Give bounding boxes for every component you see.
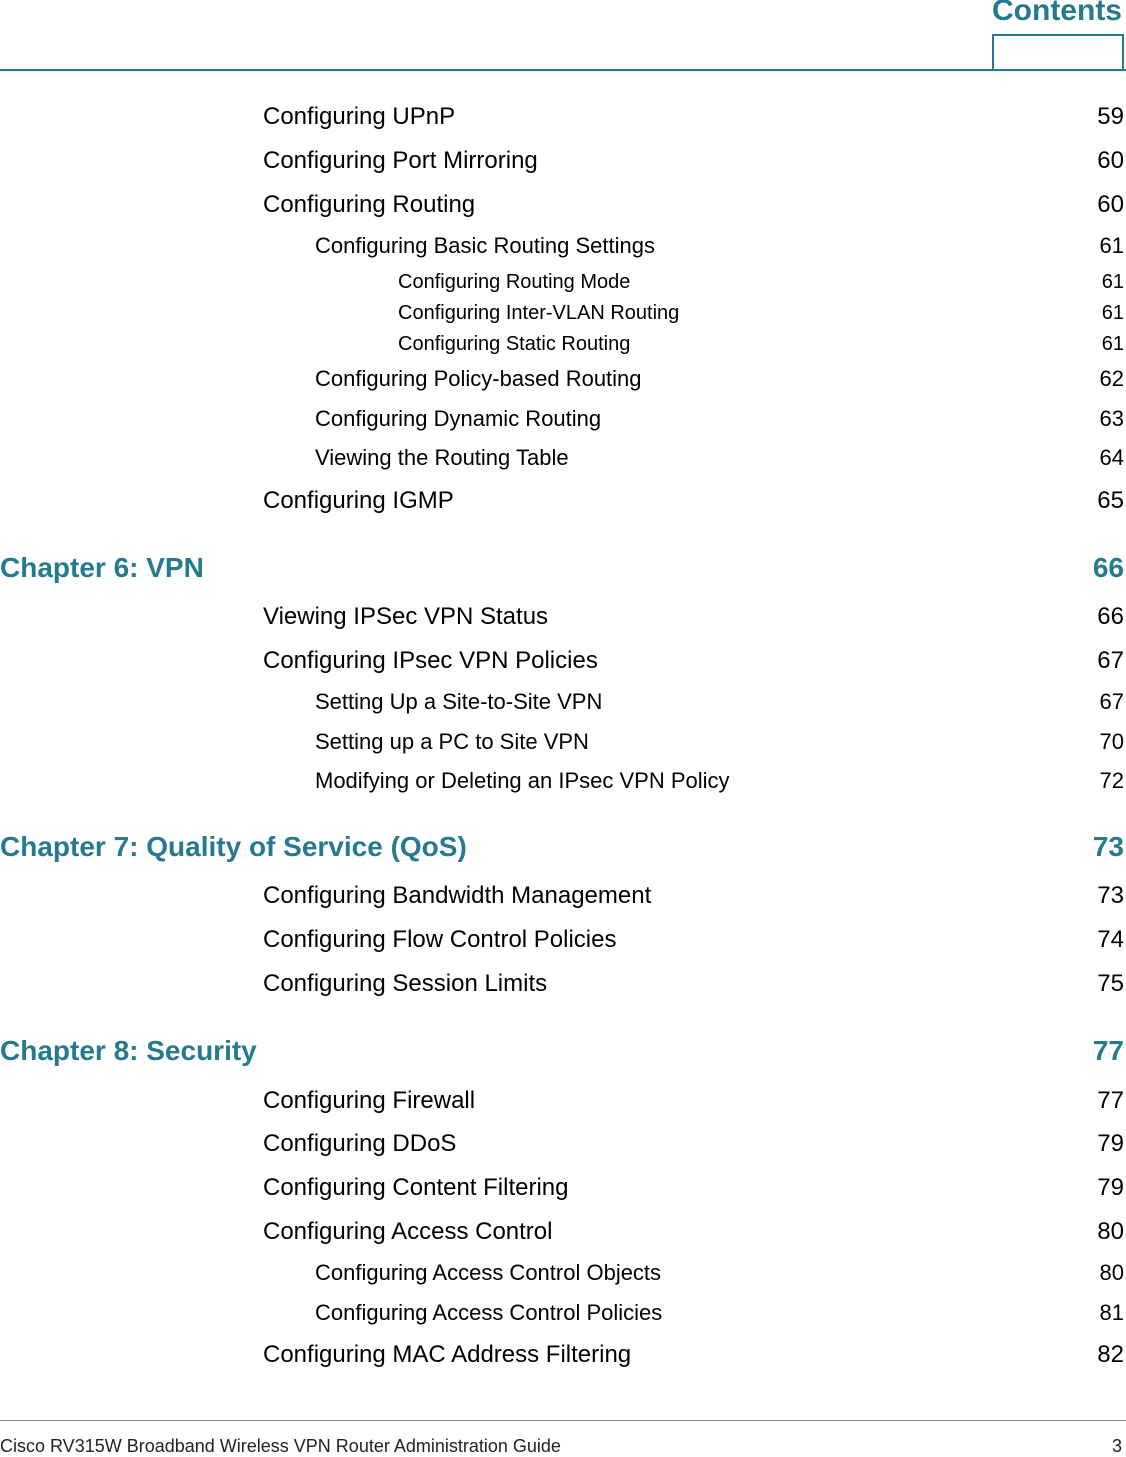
page-title: Contents xyxy=(992,0,1122,27)
toc-entry-page[interactable]: 81 xyxy=(1100,1300,1124,1326)
toc-entry-title[interactable]: Configuring Firewall xyxy=(263,1087,475,1115)
toc-entry-title[interactable]: Configuring Routing Mode xyxy=(398,271,630,294)
header-rule xyxy=(0,69,1126,71)
toc-entry-page[interactable]: 64 xyxy=(1100,445,1124,471)
toc-entry-title[interactable]: Configuring Basic Routing Settings xyxy=(315,233,655,259)
toc-entry-page[interactable]: 66 xyxy=(1097,603,1124,631)
toc-chapter-page[interactable]: 73 xyxy=(1093,831,1124,863)
toc-entry-page[interactable]: 80 xyxy=(1097,1218,1124,1246)
toc-entry-title[interactable]: Configuring IGMP xyxy=(263,487,454,515)
toc-entry-title[interactable]: Configuring Content Filtering xyxy=(263,1174,569,1202)
toc-entry-page[interactable]: 73 xyxy=(1097,882,1124,910)
toc-entry-title[interactable]: Configuring Port Mirroring xyxy=(263,147,538,175)
toc-entry-page[interactable]: 60 xyxy=(1097,147,1124,175)
toc-entry-page[interactable]: 67 xyxy=(1100,689,1124,715)
toc-entry-title[interactable]: Configuring IPsec VPN Policies xyxy=(263,647,598,675)
toc-entry-page[interactable]: 77 xyxy=(1097,1087,1124,1115)
toc-chapter-page[interactable]: 77 xyxy=(1093,1035,1124,1067)
toc-entry-title[interactable]: Configuring UPnP xyxy=(263,103,455,131)
toc-entry-title[interactable]: Modifying or Deleting an IPsec VPN Polic… xyxy=(315,768,730,794)
toc-chapter-title[interactable]: Chapter 6: VPN xyxy=(0,552,204,584)
toc-entry-title[interactable]: Configuring Flow Control Policies xyxy=(263,926,616,954)
toc-chapter-title[interactable]: Chapter 7: Quality of Service (QoS) xyxy=(0,831,467,863)
toc-entry-page[interactable]: 60 xyxy=(1097,191,1124,219)
toc-entry-title[interactable]: Configuring Session Limits xyxy=(263,970,547,998)
toc-entry-title[interactable]: Configuring Access Control Policies xyxy=(315,1300,662,1326)
toc-entry-title[interactable]: Configuring Policy-based Routing xyxy=(315,366,642,392)
toc-entry-page[interactable]: 70 xyxy=(1100,729,1124,755)
toc-entry-title[interactable]: Configuring Access Control Objects xyxy=(315,1260,661,1286)
header-tab-box xyxy=(992,34,1124,70)
toc-entry-page[interactable]: 61 xyxy=(1102,333,1124,356)
toc-chapter-page[interactable]: 66 xyxy=(1093,552,1124,584)
toc-entry-page[interactable]: 61 xyxy=(1102,271,1124,294)
toc-entry-title[interactable]: Viewing the Routing Table xyxy=(315,445,569,471)
toc-entry-title[interactable]: Viewing IPSec VPN Status xyxy=(263,603,548,631)
toc-entry-title[interactable]: Configuring Inter-VLAN Routing xyxy=(398,302,679,325)
toc-entry-page[interactable]: 74 xyxy=(1097,926,1124,954)
toc-entry-title[interactable]: Configuring Access Control xyxy=(263,1218,552,1246)
toc-entry-title[interactable]: Configuring Static Routing xyxy=(398,333,630,356)
toc-entry-page[interactable]: 80 xyxy=(1100,1260,1124,1286)
toc-entry-title[interactable]: Setting Up a Site-to-Site VPN xyxy=(315,689,602,715)
toc-entry-page[interactable]: 75 xyxy=(1097,970,1124,998)
toc-entry-page[interactable]: 63 xyxy=(1100,406,1124,432)
toc-chapter-title[interactable]: Chapter 8: Security xyxy=(0,1035,257,1067)
toc-entry-title[interactable]: Configuring Dynamic Routing xyxy=(315,406,601,432)
toc-entry-title[interactable]: Configuring DDoS xyxy=(263,1130,456,1158)
toc-entry-page[interactable]: 79 xyxy=(1097,1174,1124,1202)
footer-rule xyxy=(0,1420,1126,1421)
toc-entry-page[interactable]: 79 xyxy=(1097,1130,1124,1158)
toc-entry-title[interactable]: Configuring Bandwidth Management xyxy=(263,882,651,910)
toc-entry-page[interactable]: 72 xyxy=(1100,768,1124,794)
toc-entry-title[interactable]: Configuring Routing xyxy=(263,191,475,219)
toc-entry-page[interactable]: 67 xyxy=(1097,647,1124,675)
toc-entry-title[interactable]: Configuring MAC Address Filtering xyxy=(263,1341,631,1369)
toc-entry-page[interactable]: 59 xyxy=(1097,103,1124,131)
toc-entry-page[interactable]: 62 xyxy=(1100,366,1124,392)
toc-entry-title[interactable]: Setting up a PC to Site VPN xyxy=(315,729,589,755)
toc-entry-page[interactable]: 65 xyxy=(1097,487,1124,515)
toc-entry-page[interactable]: 82 xyxy=(1097,1341,1124,1369)
toc-entry-page[interactable]: 61 xyxy=(1102,302,1124,325)
toc-entry-page[interactable]: 61 xyxy=(1100,233,1124,259)
